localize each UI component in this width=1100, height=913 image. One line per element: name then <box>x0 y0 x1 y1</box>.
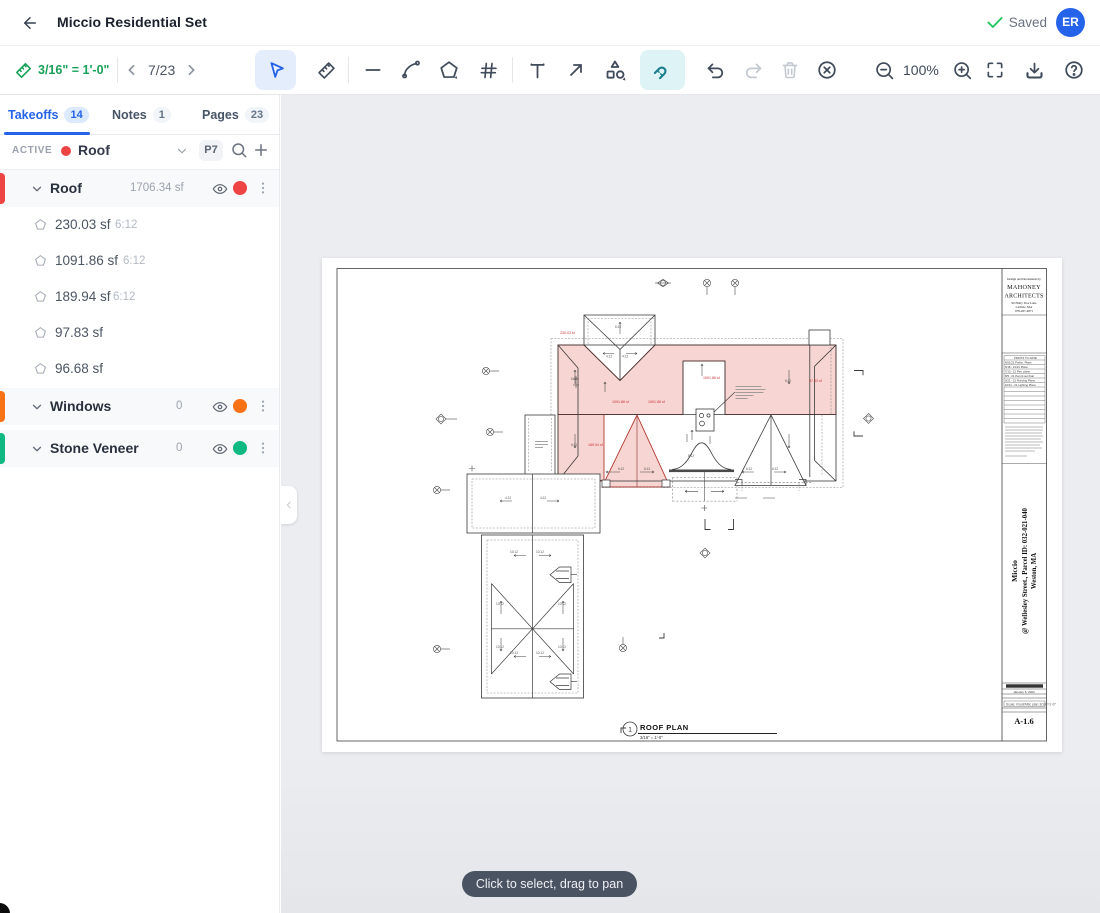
svg-text:4:12: 4:12 <box>606 355 612 359</box>
svg-text:January 5, 2022: January 5, 2022 <box>1013 690 1035 694</box>
svg-text:189.94 sf: 189.94 sf <box>588 443 603 447</box>
svg-text:MAHONEY: MAHONEY <box>1007 284 1041 291</box>
svg-text:1091.86 sf: 1091.86 sf <box>612 400 629 404</box>
svg-text:4:12: 4:12 <box>540 496 546 500</box>
svg-text:10/11 - 21 Lighting Plans: 10/11 - 21 Lighting Plans <box>1005 383 1036 387</box>
svg-text:4:12: 4:12 <box>622 355 628 359</box>
svg-text:7/13 - 21 Rev. plans: 7/13 - 21 Rev. plans <box>1005 370 1030 374</box>
svg-text:6/18 - 21/21 Plans: 6/18 - 21/21 Plans <box>1005 365 1028 369</box>
svg-text:4:12: 4:12 <box>505 496 511 500</box>
svg-text:8/5 - 21 Permit set final: 8/5 - 21 Permit set final <box>1005 374 1034 378</box>
svg-text:10:12: 10:12 <box>496 602 504 606</box>
svg-text:8:12: 8:12 <box>688 454 694 458</box>
svg-text:10:12: 10:12 <box>558 645 566 649</box>
svg-text:1091.86 sf: 1091.86 sf <box>703 376 720 380</box>
svg-text:6:12: 6:12 <box>772 467 778 471</box>
svg-text:10:12: 10:12 <box>536 651 544 655</box>
svg-text:3/16" = 1'-0": 3/16" = 1'-0" <box>640 735 663 740</box>
svg-text:Miccio: Miccio <box>1010 560 1019 582</box>
svg-text:ARCHITECTS: ARCHITECTS <box>1004 294 1043 300</box>
svg-text:6:12: 6:12 <box>615 325 621 329</box>
svg-text:1: 1 <box>628 727 632 734</box>
svg-text:6:12: 6:12 <box>618 467 624 471</box>
svg-text:10:12: 10:12 <box>510 550 518 554</box>
svg-text:ROOF PLAN: ROOF PLAN <box>640 723 689 732</box>
svg-text:10:12: 10:12 <box>510 651 518 655</box>
svg-text:1091.86 sf: 1091.86 sf <box>648 400 665 404</box>
svg-text:Design and Documents by: Design and Documents by <box>1007 277 1041 281</box>
svg-text:10:12: 10:12 <box>558 602 566 606</box>
svg-text:Weston, MA: Weston, MA <box>1031 553 1038 589</box>
svg-text:10:12: 10:12 <box>536 550 544 554</box>
svg-text:@ Wellesley Street., Parcel ID: @ Wellesley Street., Parcel ID: 032-021-… <box>1022 507 1029 633</box>
svg-text:230.03 sf: 230.03 sf <box>560 331 575 335</box>
svg-text:6:12: 6:12 <box>746 467 752 471</box>
svg-text:6:12: 6:12 <box>644 467 650 471</box>
svg-text:6:12: 6:12 <box>571 443 577 447</box>
svg-text:9/21 - 21 Framing Plans: 9/21 - 21 Framing Plans <box>1005 379 1035 383</box>
svg-text:Scale: Roof/Attic plan 3/16"=1: Scale: Roof/Attic plan 3/16"=1'-0" <box>1006 702 1057 706</box>
svg-text:6:12: 6:12 <box>571 377 577 381</box>
svg-text:6/01/21 Prelim. Plans: 6/01/21 Prelim. Plans <box>1005 361 1032 365</box>
svg-text:PRINTS TO DATE: PRINTS TO DATE <box>1014 356 1037 360</box>
svg-text:978-287-4871: 978-287-4871 <box>1015 309 1033 313</box>
svg-text:6:12: 6:12 <box>785 379 791 383</box>
svg-text:A-1.6: A-1.6 <box>1014 716 1034 726</box>
svg-text:10:12: 10:12 <box>496 645 504 649</box>
svg-text:97.83 sf: 97.83 sf <box>809 379 822 383</box>
